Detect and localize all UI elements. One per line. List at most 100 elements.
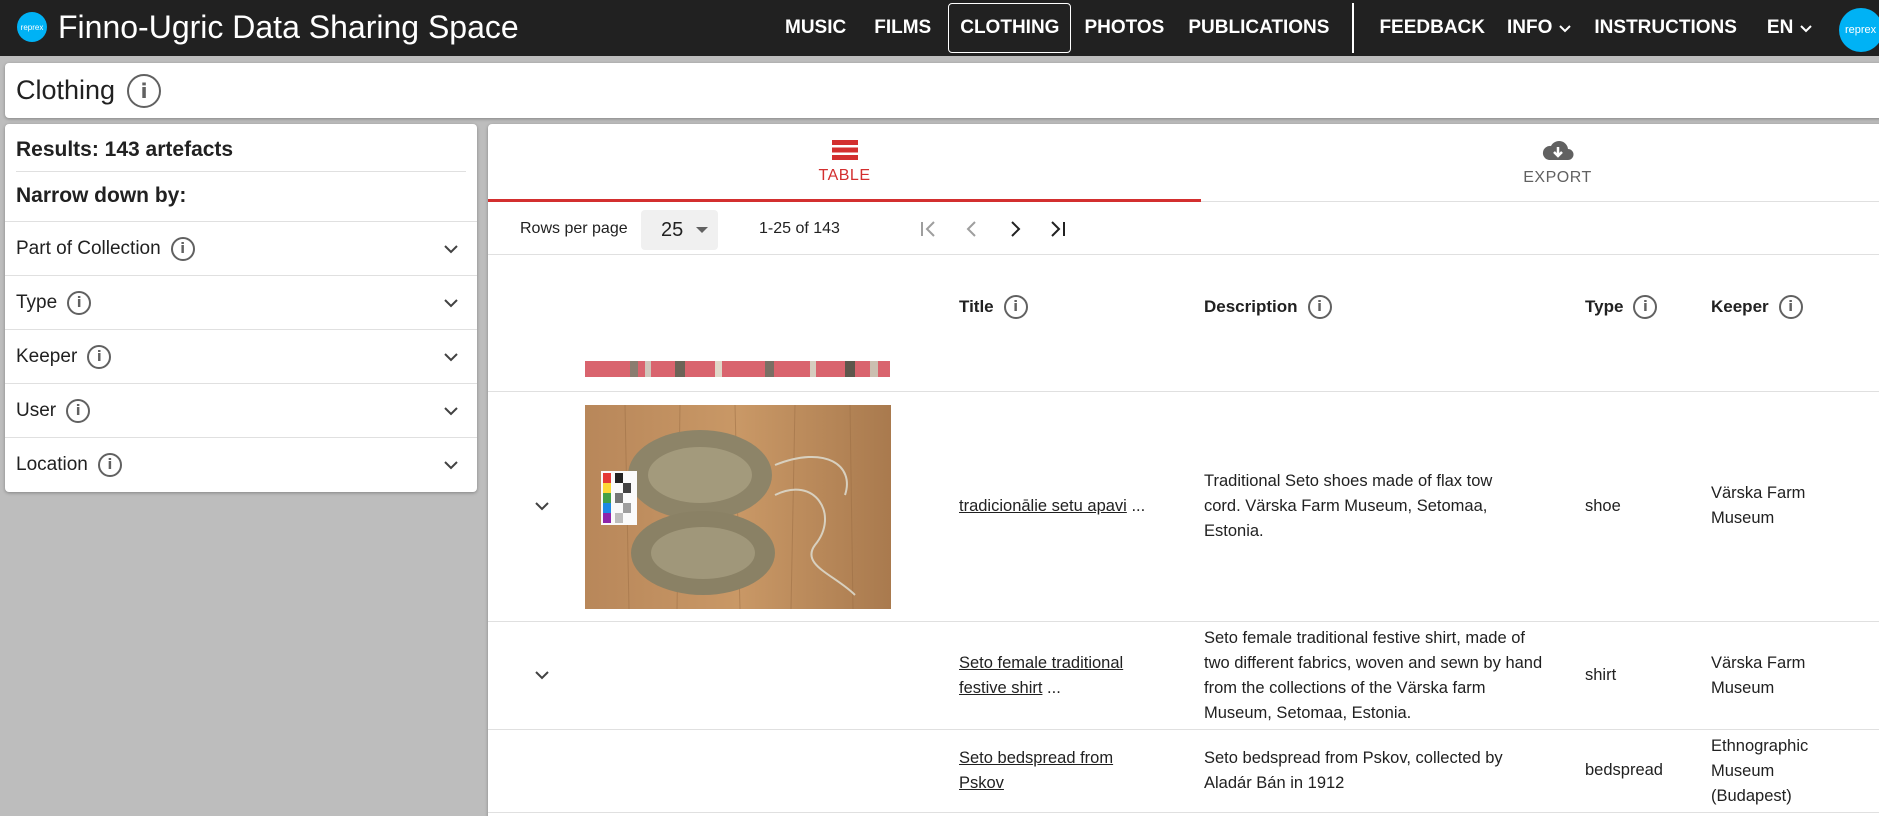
results-count: Results: 143 artefacts	[16, 138, 234, 161]
tab-export[interactable]: EXPORT	[1201, 124, 1879, 202]
column-description-label: Description	[1204, 297, 1298, 316]
narrow-down-heading: Narrow down by:	[16, 184, 187, 207]
user-avatar[interactable]: reprex	[1839, 8, 1879, 52]
nav-films[interactable]: FILMS	[863, 3, 942, 53]
filter-label: Type	[16, 291, 58, 313]
language-selector[interactable]: EN	[1756, 3, 1824, 53]
column-header-title[interactable]: Title i	[959, 295, 1028, 319]
page-header: Clothing i	[5, 63, 1879, 118]
language-label: EN	[1766, 17, 1794, 38]
top-app-bar: reprex Finno-Ugric Data Sharing Space MU…	[0, 0, 1879, 56]
tab-export-label: EXPORT	[1523, 169, 1592, 186]
nav-music[interactable]: MUSIC	[774, 3, 857, 53]
filter-type[interactable]: Type i	[5, 275, 477, 329]
nav-publications[interactable]: PUBLICATIONS	[1177, 3, 1340, 53]
filter-keeper[interactable]: Keeper i	[5, 329, 477, 383]
row-title: Seto female traditional festive shirt ..…	[959, 651, 1169, 701]
column-header-description[interactable]: Description i	[1204, 295, 1332, 319]
column-type-label: Type	[1585, 297, 1624, 316]
filter-label: User	[16, 399, 57, 421]
chevron-down-icon	[444, 353, 458, 362]
row-title: tradicionālie setu apavi ...	[959, 494, 1169, 519]
page-title: Clothing	[16, 75, 116, 105]
divider	[16, 171, 466, 172]
previous-page-icon[interactable]	[960, 217, 984, 241]
info-icon[interactable]: i	[127, 73, 162, 108]
results-panel: TABLE EXPORT Rows per page 25 1-25 of 14…	[488, 124, 1879, 816]
next-page-icon[interactable]	[1003, 217, 1027, 241]
chevron-down-icon	[1559, 25, 1572, 33]
info-icon[interactable]: i	[1003, 295, 1028, 319]
artefact-title-link-cont[interactable]: festive shirt	[959, 679, 1042, 697]
chevron-down-icon	[444, 407, 458, 416]
filter-label: Location	[16, 453, 88, 475]
artefact-title-link[interactable]: tradicionālie setu apavi	[959, 497, 1127, 515]
page-range: 1-25 of 143	[759, 220, 840, 237]
artefact-title-link-cont[interactable]: Pskov	[959, 774, 1004, 792]
caret-down-icon	[696, 227, 708, 233]
chevron-down-icon	[444, 245, 458, 254]
avatar-text: reprex	[1845, 24, 1877, 36]
rows-per-page-label: Rows per page	[520, 220, 628, 237]
row-keeper: Värska Farm Museum	[1711, 484, 1806, 527]
filter-part-of-collection[interactable]: Part of Collection i	[5, 221, 477, 275]
info-icon[interactable]: i	[1778, 295, 1803, 319]
logo-text: reprex	[20, 22, 44, 32]
row-description: Traditional Seto shoes made of flax tow …	[1204, 472, 1493, 540]
chevron-down-icon	[444, 461, 458, 470]
artefact-title-link[interactable]: Seto female traditional	[959, 654, 1123, 672]
info-icon[interactable]: i	[1307, 295, 1332, 319]
main-nav: MUSIC FILMS CLOTHING PHOTOS PUBLICATIONS…	[774, 0, 1824, 56]
filter-sidebar: Results: 143 artefacts Narrow down by: P…	[5, 124, 477, 492]
row-description: Seto bedspread from Pskov, collected by …	[1204, 749, 1503, 792]
filter-label: Part of Collection	[16, 237, 161, 259]
nav-clothing[interactable]: CLOTHING	[948, 3, 1072, 53]
info-icon[interactable]: i	[170, 236, 195, 261]
row-type: shoe	[1585, 497, 1621, 515]
info-icon[interactable]: i	[97, 452, 122, 477]
expand-row-icon[interactable]	[530, 494, 554, 518]
row-type: bedspread	[1585, 761, 1663, 779]
row-description: Seto female traditional festive shirt, m…	[1204, 629, 1543, 722]
filter-label: Keeper	[16, 345, 78, 367]
artefact-title-link[interactable]: Seto bedspread from	[959, 749, 1113, 767]
tab-table[interactable]: TABLE	[488, 124, 1201, 202]
nav-info-label: INFO	[1507, 17, 1553, 38]
nav-feedback[interactable]: FEEDBACK	[1368, 3, 1496, 53]
first-page-icon[interactable]	[916, 217, 940, 241]
info-icon[interactable]: i	[67, 290, 92, 315]
chevron-down-icon	[444, 299, 458, 308]
column-header-type[interactable]: Type i	[1585, 295, 1658, 319]
nav-divider	[1352, 3, 1355, 53]
tab-table-label: TABLE	[818, 166, 871, 184]
row-divider	[488, 729, 1879, 730]
filter-location[interactable]: Location i	[5, 437, 477, 491]
filter-user[interactable]: User i	[5, 383, 477, 437]
column-keeper-label: Keeper	[1711, 297, 1769, 316]
textile-thumbnail[interactable]	[585, 361, 890, 377]
app-logo[interactable]: reprex	[17, 12, 47, 42]
info-icon[interactable]: i	[1633, 295, 1658, 319]
title-ellipsis: ...	[1126, 497, 1146, 515]
chevron-down-icon	[1800, 25, 1813, 33]
app-title[interactable]: Finno-Ugric Data Sharing Space	[58, 9, 519, 45]
filter-list: Part of Collection i Type i Keeper i Use…	[5, 221, 477, 491]
row-keeper: Värska Farm Museum	[1711, 654, 1806, 697]
nav-instructions[interactable]: INSTRUCTIONS	[1583, 3, 1748, 53]
nav-photos[interactable]: PHOTOS	[1073, 3, 1175, 53]
last-page-icon[interactable]	[1046, 217, 1070, 241]
pagination-bar: Rows per page 25 1-25 of 143	[488, 203, 1879, 255]
column-title-label: Title	[959, 297, 994, 316]
info-icon[interactable]: i	[87, 344, 112, 369]
seto-shoes-photo[interactable]	[585, 405, 891, 609]
view-tabs: TABLE EXPORT	[488, 124, 1879, 202]
table-icon	[831, 139, 858, 160]
rows-per-page-select[interactable]: 25	[641, 210, 718, 250]
rows-per-page-value: 25	[661, 218, 684, 241]
expand-row-icon[interactable]	[530, 663, 554, 687]
cloud-download-icon	[1542, 141, 1573, 160]
nav-info[interactable]: INFO	[1496, 3, 1583, 53]
info-icon[interactable]: i	[66, 398, 91, 423]
column-header-keeper[interactable]: Keeper i	[1711, 295, 1803, 319]
row-divider	[488, 391, 1879, 392]
